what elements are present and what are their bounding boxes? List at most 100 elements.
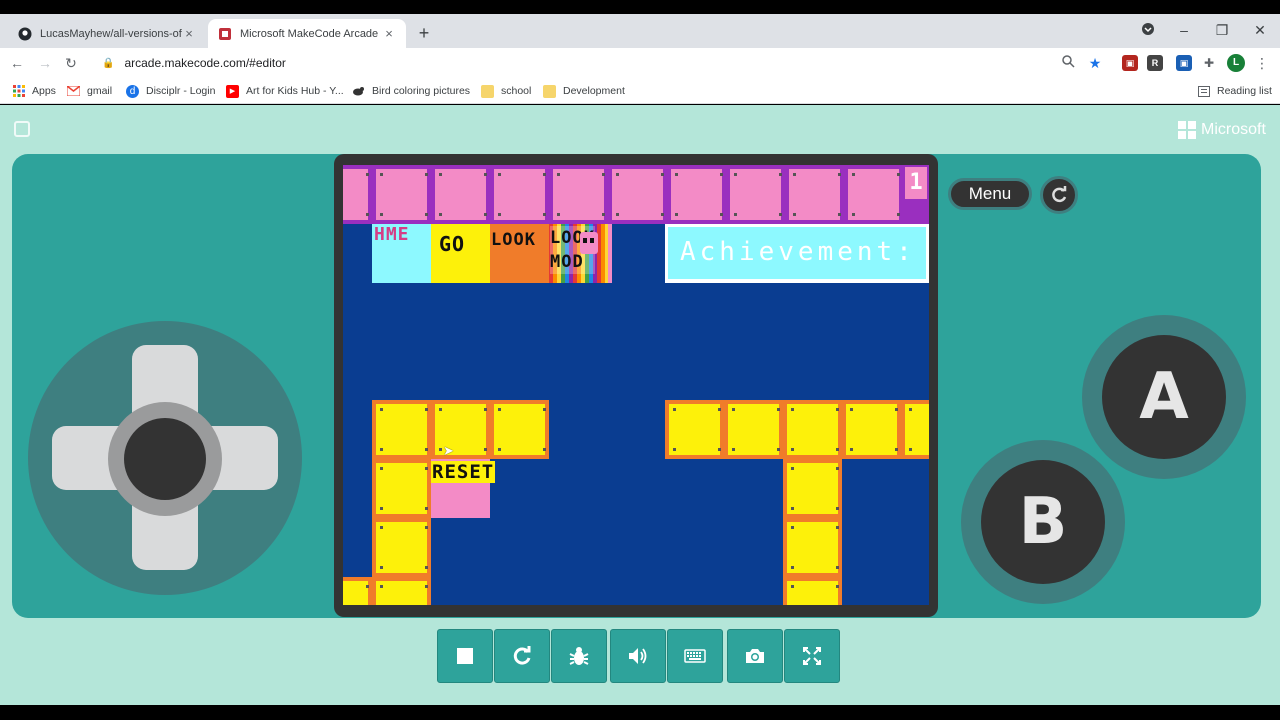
reload-button[interactable]: ↻ <box>62 54 80 72</box>
debug-icon <box>569 647 589 665</box>
mute-button[interactable] <box>610 629 666 683</box>
separator <box>608 224 612 283</box>
editor-home-icon[interactable] <box>14 121 30 137</box>
pink-wall-tile <box>667 165 726 224</box>
pink-wall-tile <box>608 165 667 224</box>
keyboard-button[interactable] <box>667 629 723 683</box>
simulator-toolbar-group-3 <box>727 629 841 683</box>
bookmark-apps[interactable]: Apps <box>12 83 56 99</box>
simulator-toolbar-group-2 <box>610 629 724 683</box>
reading-list-icon <box>1197 85 1210 98</box>
look-label: LOOK <box>491 230 536 250</box>
tab-search-icon[interactable] <box>1138 22 1158 39</box>
yellow-platform-tile <box>783 400 842 459</box>
address-bar[interactable]: 🔒 arcade.makecode.com/#editor <box>92 50 1110 76</box>
screenshot-button[interactable] <box>727 629 783 683</box>
bookmark-gmail[interactable]: gmail <box>67 83 112 99</box>
lock-icon: 🔒 <box>102 57 115 69</box>
yellow-platform-tile <box>431 400 490 459</box>
bookmark-label: Apps <box>32 85 56 97</box>
bookmark-label: Bird coloring pictures <box>372 85 471 97</box>
apps-grid-icon <box>12 85 25 98</box>
makecode-icon <box>218 27 232 41</box>
look-mode-line2: MOD <box>550 252 584 272</box>
look-block: LOOK <box>490 224 549 283</box>
go-block: GO <box>431 224 490 283</box>
debug-button[interactable] <box>551 629 607 683</box>
home-label: HME <box>374 224 410 245</box>
tab-makecode[interactable]: Microsoft MakeCode Arcade × <box>208 19 406 48</box>
minimize-button[interactable]: – <box>1174 22 1194 38</box>
yellow-platform-tile <box>783 577 842 605</box>
youtube-icon: ▶ <box>226 84 239 98</box>
extension-blue-icon[interactable]: ▣ <box>1176 55 1192 71</box>
restart-button[interactable] <box>494 629 550 683</box>
bookmark-bird-coloring[interactable]: Bird coloring pictures <box>352 83 470 99</box>
pink-wall-tile <box>431 165 490 224</box>
bookmark-folder-development[interactable]: Development <box>543 83 625 99</box>
bookmark-disciplr[interactable]: d Disciplr - Login <box>126 83 215 99</box>
go-label: GO <box>439 232 466 256</box>
bookmark-art-for-kids[interactable]: ▶ Art for Kids Hub - Y... <box>226 83 344 99</box>
mouse-cursor-icon: ➤ <box>443 443 454 458</box>
pink-wall-tile <box>490 165 549 224</box>
reset-block: RESET <box>431 459 496 518</box>
bookmark-star-icon[interactable]: ★ <box>1087 55 1103 71</box>
tab-github[interactable]: LucasMayhew/all-versions-of-Fal × <box>8 19 206 48</box>
microsoft-windows-icon <box>1178 121 1196 139</box>
bookmark-folder-school[interactable]: school <box>481 83 531 99</box>
game-screen[interactable]: 1 HME GO LOOK LOOK MOD Achievement: RESE… <box>343 165 929 605</box>
reset-label: RESET <box>431 461 496 483</box>
bookmarks-bar: Apps gmail d Disciplr - Login ▶ Art for … <box>0 78 1280 104</box>
home-block: HME <box>372 224 431 283</box>
stop-button[interactable] <box>437 629 493 683</box>
fullscreen-icon <box>803 647 821 665</box>
dpad-joystick[interactable] <box>124 418 206 500</box>
achievements-label: Achievement: <box>680 237 916 267</box>
bookmark-label: school <box>501 85 532 97</box>
yellow-platform-tile <box>901 400 929 459</box>
yellow-platform-tile <box>842 400 901 459</box>
zoom-icon[interactable] <box>1060 55 1076 71</box>
yellow-platform-tile <box>490 400 549 459</box>
more-menu-icon[interactable]: ⋮ <box>1254 55 1270 71</box>
disciplr-icon: d <box>126 84 139 98</box>
fullscreen-button[interactable] <box>784 629 840 683</box>
maximize-button[interactable]: ❐ <box>1212 22 1232 39</box>
level-counter: 1 <box>905 167 927 199</box>
reading-list-label: Reading list <box>1217 85 1272 97</box>
url-text: arcade.makecode.com/#editor <box>124 56 286 70</box>
pink-wall-tile <box>785 165 844 224</box>
close-window-button[interactable]: ✕ <box>1250 22 1270 39</box>
extension-r-icon[interactable]: R <box>1147 55 1163 71</box>
stop-icon <box>457 648 473 664</box>
button-a[interactable]: A <box>1102 335 1226 459</box>
restart-game-button[interactable] <box>1040 176 1078 214</box>
microsoft-logo-text: Microsoft <box>1201 121 1266 138</box>
profile-avatar[interactable]: L <box>1227 54 1245 72</box>
button-b[interactable]: B <box>981 460 1105 584</box>
folder-icon <box>543 84 556 98</box>
reading-list-button[interactable]: Reading list <box>1197 83 1272 99</box>
tab-close-icon[interactable]: × <box>382 26 396 41</box>
keyboard-icon <box>684 649 706 663</box>
forward-button[interactable]: → <box>36 54 54 72</box>
tab-strip: LucasMayhew/all-versions-of-Fal × Micros… <box>0 14 1280 48</box>
yellow-platform-tile <box>665 400 724 459</box>
new-tab-button[interactable]: + <box>414 22 434 44</box>
browser-toolbar: ← → ↻ 🔒 arcade.makecode.com/#editor ★ ▣ … <box>0 48 1280 78</box>
back-button[interactable]: ← <box>8 54 26 72</box>
tab-title: LucasMayhew/all-versions-of-Fal <box>40 27 182 40</box>
sound-icon <box>629 648 647 664</box>
pink-wall-tile <box>372 165 431 224</box>
simulator-toolbar-group-1 <box>437 629 608 683</box>
pink-wall-tile <box>549 165 608 224</box>
gmail-icon <box>67 85 80 98</box>
tab-close-icon[interactable]: × <box>182 26 196 41</box>
yellow-platform-tile <box>372 459 431 518</box>
extensions-puzzle-icon[interactable]: ✚ <box>1201 55 1217 71</box>
refresh-icon <box>1052 186 1067 203</box>
yellow-platform-tile <box>783 459 842 518</box>
menu-button[interactable]: Menu <box>948 178 1032 210</box>
extension-icon[interactable]: ▣ <box>1122 55 1138 71</box>
